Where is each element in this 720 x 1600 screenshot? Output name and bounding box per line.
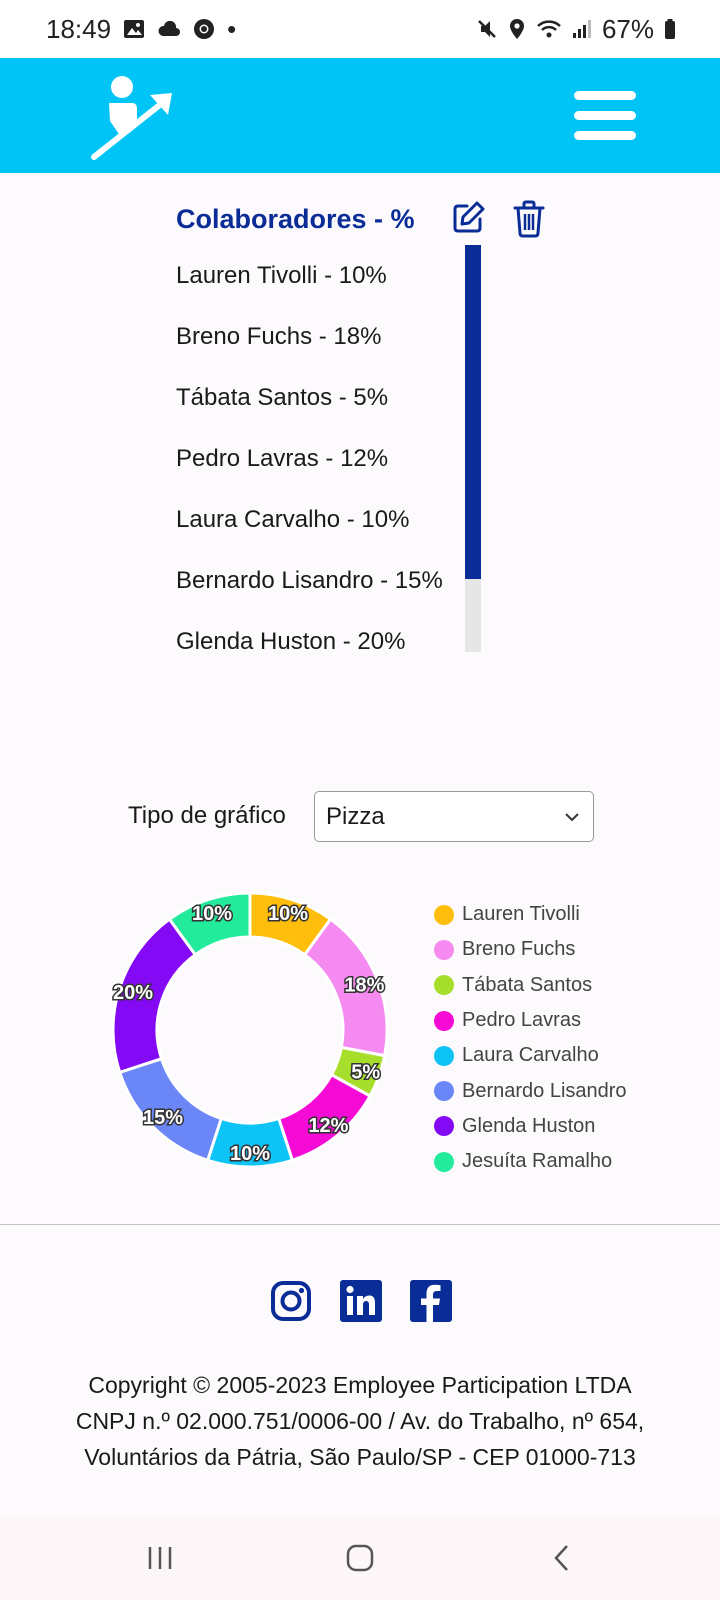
- list-item[interactable]: Laura Carvalho - 10%: [176, 489, 481, 550]
- legend-item[interactable]: Tábata Santos: [434, 968, 627, 1003]
- legend-swatch: [434, 939, 454, 960]
- legend-item[interactable]: Bernardo Lisandro: [434, 1073, 627, 1108]
- legend-item[interactable]: Glenda Huston: [434, 1109, 627, 1144]
- slice-label: 15%: [143, 1107, 183, 1129]
- cloud-icon: [157, 20, 181, 38]
- menu-bar-top: [574, 91, 636, 100]
- employee-participation-logo[interactable]: [90, 73, 180, 161]
- menu-bar-bottom: [574, 131, 636, 140]
- legend-item[interactable]: Laura Carvalho: [434, 1038, 627, 1073]
- legend-item[interactable]: Lauren Tivolli: [434, 897, 627, 932]
- copyright-line: Copyright © 2005-2023 Employee Participa…: [88, 1372, 632, 1398]
- collaborators-list[interactable]: Lauren Tivolli - 10% Breno Fuchs - 18% T…: [176, 245, 481, 653]
- instagram-icon[interactable]: [270, 1280, 312, 1322]
- notification-dot: •: [227, 13, 237, 44]
- chevron-down-icon: [565, 813, 579, 822]
- home-icon[interactable]: [344, 1542, 376, 1574]
- legend-swatch: [434, 1081, 454, 1102]
- list-item[interactable]: Bernardo Lisandro - 15%: [176, 550, 481, 611]
- collaborators-title: Colaboradores - %: [176, 204, 415, 234]
- legend-label: Breno Fuchs: [462, 938, 576, 961]
- list-item[interactable]: Tábata Santos - 5%: [176, 367, 481, 428]
- status-bar: 18:49 • 67%: [0, 0, 720, 58]
- slice-label: 5%: [351, 1062, 380, 1084]
- legend-swatch: [434, 975, 454, 996]
- hamburger-menu-icon[interactable]: [574, 91, 640, 141]
- donut-chart: 10% 18% 5% 12% 10% 15% 20% 10%: [112, 891, 389, 1169]
- battery-level: 67%: [601, 13, 654, 44]
- chart-type-label: Tipo de gráfico: [128, 802, 286, 829]
- slice-label: 10%: [230, 1143, 270, 1165]
- trash-icon[interactable]: [512, 200, 546, 238]
- back-icon[interactable]: [550, 1542, 574, 1574]
- legend-label: Jesuíta Ramalho: [462, 1150, 613, 1173]
- battery-icon: [664, 18, 676, 40]
- legend-label: Glenda Huston: [462, 1114, 596, 1137]
- legend-label: Bernardo Lisandro: [462, 1079, 627, 1102]
- list-item[interactable]: Breno Fuchs - 18%: [176, 306, 481, 367]
- scrollbar-thumb[interactable]: [465, 245, 481, 579]
- image-icon: [123, 18, 145, 40]
- facebook-icon[interactable]: [410, 1280, 452, 1322]
- edit-icon[interactable]: [450, 200, 486, 236]
- linkedin-icon[interactable]: [340, 1280, 382, 1322]
- slice-label: 10%: [192, 903, 232, 925]
- legend-label: Pedro Lavras: [462, 1009, 581, 1032]
- chart-type-value: Pizza: [326, 802, 385, 830]
- legend-item[interactable]: Breno Fuchs: [434, 932, 627, 967]
- chrome-icon: [193, 18, 215, 40]
- list-item[interactable]: Glenda Huston - 20%: [176, 611, 481, 653]
- chart-legend: Lauren Tivolli Breno Fuchs Tábata Santos Pe…: [434, 897, 627, 1179]
- menu-bar-middle: [574, 111, 636, 120]
- footer-text: Copyright © 2005-2023 Employee Participa…: [0, 1367, 720, 1475]
- address-line: Voluntários da Pátria, São Paulo/SP - CE…: [84, 1444, 636, 1470]
- wifi-icon: [536, 18, 562, 40]
- footer-divider: [0, 1224, 720, 1225]
- legend-label: Laura Carvalho: [462, 1044, 599, 1067]
- chart-type-select[interactable]: Pizza: [314, 791, 594, 842]
- mute-icon: [476, 18, 498, 40]
- legend-label: Tábata Santos: [462, 973, 593, 996]
- system-navigation-bar: [0, 1518, 720, 1600]
- clock: 18:49: [46, 13, 112, 44]
- list-item[interactable]: Lauren Tivolli - 10%: [176, 245, 481, 306]
- legend-swatch: [434, 1010, 454, 1031]
- scrollbar[interactable]: [465, 245, 481, 652]
- location-icon: [508, 18, 526, 40]
- legend-swatch: [434, 1116, 454, 1137]
- recent-apps-icon[interactable]: [146, 1542, 174, 1574]
- cnpj-address-line: CNPJ n.º 02.000.751/0006-00 / Av. do Tra…: [75, 1408, 645, 1434]
- legend-swatch: [434, 904, 454, 925]
- legend-swatch: [434, 1045, 454, 1066]
- app-header: [0, 58, 720, 173]
- slice-label: 10%: [268, 903, 308, 925]
- legend-label: Lauren Tivolli: [462, 903, 580, 926]
- slice-label: 20%: [113, 982, 153, 1004]
- signal-icon: [572, 18, 592, 40]
- legend-item[interactable]: Pedro Lavras: [434, 1003, 627, 1038]
- legend-item[interactable]: Jesuíta Ramalho: [434, 1144, 627, 1179]
- slice-label: 12%: [308, 1115, 348, 1137]
- list-item[interactable]: Pedro Lavras - 12%: [176, 428, 481, 489]
- slice-label: 18%: [344, 975, 384, 997]
- legend-swatch: [434, 1151, 454, 1172]
